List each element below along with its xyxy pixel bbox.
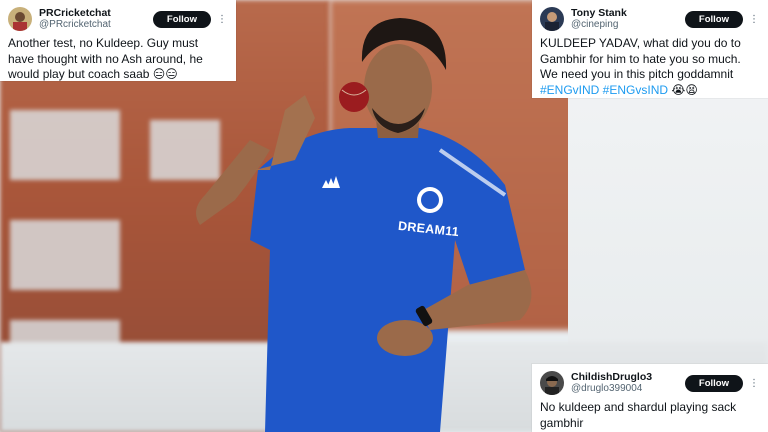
- tweet-card: Tony Stank @cineping Follow ⋮ KULDEEP YA…: [532, 0, 768, 98]
- author-names: ChildishDruglo3 @druglo399004: [571, 371, 685, 395]
- tweet-header: Tony Stank @cineping Follow ⋮: [540, 6, 759, 32]
- follow-button[interactable]: Follow: [684, 374, 743, 392]
- emoji: 😑😑: [152, 67, 178, 81]
- tweet-card: PRCricketchat @PRcricketchat Follow ⋮ An…: [0, 0, 236, 81]
- tweet-text: Another test, no Kuldeep. Guy must have …: [8, 36, 226, 83]
- author-names: PRCricketchat @PRcricketchat: [39, 7, 153, 31]
- tweet-text: KULDEEP YADAV, what did you do to Gambhi…: [540, 36, 758, 98]
- avatar[interactable]: [8, 7, 32, 31]
- tweet-header: PRCricketchat @PRcricketchat Follow ⋮: [8, 6, 227, 32]
- more-options-icon[interactable]: ⋮: [749, 378, 759, 389]
- more-options-icon[interactable]: ⋮: [217, 14, 227, 25]
- tweet-header: ChildishDruglo3 @druglo399004 Follow ⋮: [540, 370, 759, 396]
- display-name[interactable]: PRCricketchat: [39, 7, 153, 19]
- handle[interactable]: @PRcricketchat: [39, 19, 153, 31]
- tweet-text: No kuldeep and shardul playing sack gamb…: [540, 400, 740, 430]
- avatar[interactable]: [540, 371, 564, 395]
- handle[interactable]: @cineping: [571, 19, 685, 31]
- more-options-icon[interactable]: ⋮: [749, 14, 759, 25]
- tweet-card: ChildishDruglo3 @druglo399004 Follow ⋮ N…: [532, 364, 768, 432]
- handle[interactable]: @druglo399004: [571, 383, 685, 395]
- author-names: Tony Stank @cineping: [571, 7, 685, 31]
- hashtags[interactable]: #ENGvIND #ENGvsIND: [540, 83, 668, 97]
- emoji: 😭😫: [671, 82, 698, 97]
- avatar[interactable]: [540, 7, 564, 31]
- tweet-text-content: KULDEEP YADAV, what did you do to Gambhi…: [540, 36, 745, 81]
- display-name[interactable]: ChildishDruglo3: [571, 371, 685, 383]
- display-name[interactable]: Tony Stank: [571, 7, 685, 19]
- follow-button[interactable]: Follow: [684, 10, 743, 28]
- follow-button[interactable]: Follow: [152, 10, 211, 28]
